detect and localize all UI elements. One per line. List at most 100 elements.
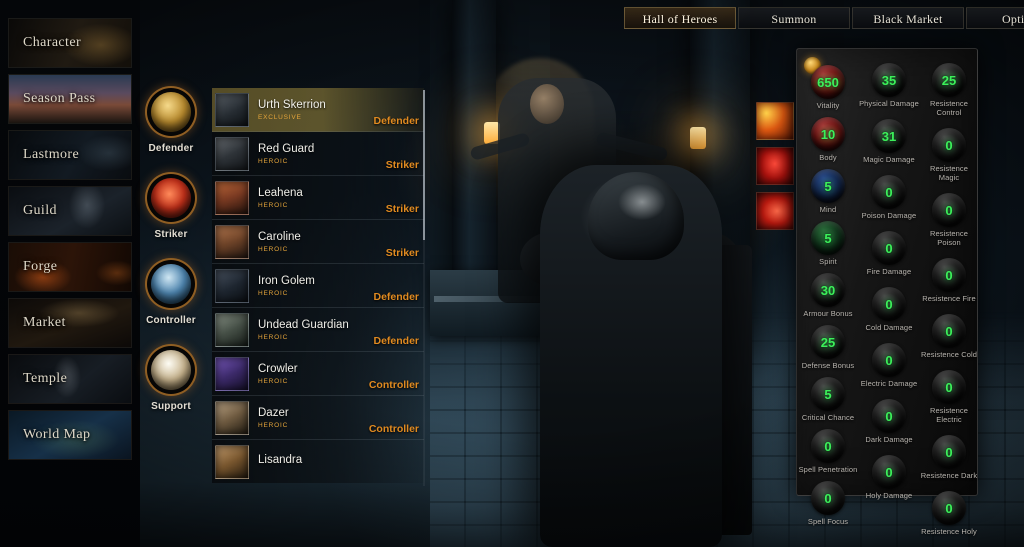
class-filter-label: Striker — [154, 229, 188, 240]
class-filter-striker[interactable]: Striker — [145, 172, 197, 240]
sidebar-item-label: Guild — [23, 203, 57, 218]
stat-orb[interactable]: 0 — [932, 128, 966, 162]
stat-orb[interactable]: 650 — [811, 65, 845, 99]
scrollbar-thumb[interactable] — [423, 90, 425, 240]
stat-spell-focus: 0 Spell Focus — [798, 481, 858, 526]
stat-label: Spell Focus — [807, 517, 849, 526]
game-window: Hall of HeroesSummonBlack MarketOptions … — [0, 0, 1024, 547]
hero-list-item[interactable]: Undead Guardian Heroic Defender — [212, 308, 424, 352]
stat-label: Defense Bonus — [801, 361, 855, 370]
sidebar-item-temple[interactable]: Temple — [8, 354, 132, 404]
hero-class-label: Defender — [373, 115, 419, 127]
red-demon-icon[interactable] — [756, 147, 794, 185]
stat-label: Electric Damage — [860, 379, 918, 388]
stat-orb[interactable]: 5 — [811, 169, 845, 203]
stat-orb[interactable]: 0 — [932, 370, 966, 404]
stat-orb[interactable]: 31 — [872, 119, 906, 153]
stat-vitality: 650 Vitality — [798, 65, 858, 110]
hero-class-label: Striker — [385, 203, 419, 215]
nav-tab-black-market[interactable]: Black Market — [852, 7, 964, 29]
stat-label: Resistence Cold — [920, 350, 978, 359]
sidebar-item-season-pass[interactable]: Season Pass — [8, 74, 132, 124]
hero-list-item[interactable]: Red Guard Heroic Striker — [212, 132, 424, 176]
stat-orb[interactable]: 0 — [811, 481, 845, 515]
stat-label: Body — [819, 153, 837, 162]
hero-list-item[interactable]: Caroline Heroic Striker — [212, 220, 424, 264]
stat-dark-damage: 0 Dark Damage — [859, 399, 919, 444]
fire-weapon-icon[interactable] — [756, 102, 794, 140]
hero-class-label: Defender — [373, 291, 419, 303]
sidebar-item-world-map[interactable]: World Map — [8, 410, 132, 460]
stat-orb[interactable]: 10 — [811, 117, 845, 151]
sidebar-item-forge[interactable]: Forge — [8, 242, 132, 292]
hero-list-item[interactable]: Lisandra — [212, 440, 424, 483]
class-orb-core — [151, 178, 191, 218]
stat-orb[interactable]: 0 — [932, 435, 966, 469]
hero-class-label: Controller — [368, 379, 419, 391]
class-filter-defender[interactable]: Defender — [145, 86, 197, 154]
sidebar-item-character[interactable]: Character — [8, 18, 132, 68]
character-stats-panel: 650 Vitality 10 Body 5 Mind 5 Spirit 30 Armour Bo… — [796, 48, 979, 536]
stat-orb[interactable]: 0 — [932, 314, 966, 348]
hero-meta: Lisandra — [258, 454, 424, 469]
stat-orb[interactable]: 5 — [811, 221, 845, 255]
hero-roster-list[interactable]: Urth Skerrion Exclusive Defender Red Guard H… — [212, 88, 424, 483]
class-orb-icon — [145, 86, 197, 138]
class-orb-core — [151, 264, 191, 304]
hero-name: Caroline — [258, 230, 301, 243]
hero-name: Red Guard — [258, 142, 315, 155]
stat-orb[interactable]: 0 — [932, 258, 966, 292]
stat-orb[interactable]: 25 — [811, 325, 845, 359]
hero-portrait — [215, 180, 249, 215]
stat-label: Resistence Fire — [922, 294, 976, 303]
stat-orb[interactable]: 0 — [872, 175, 906, 209]
stat-armour-bonus: 30 Armour Bonus — [798, 273, 858, 318]
hero-list-item[interactable]: Urth Skerrion Exclusive Defender — [212, 88, 424, 132]
stat-magic-damage: 31 Magic Damage — [859, 119, 919, 164]
stat-orb[interactable]: 25 — [932, 63, 966, 97]
stat-orb[interactable]: 0 — [811, 429, 845, 463]
blood-swirl-icon[interactable] — [756, 192, 794, 230]
hero-class-label: Defender — [373, 335, 419, 347]
hero-list-scrollbar[interactable] — [423, 90, 425, 486]
sidebar-item-lastmore[interactable]: Lastmore — [8, 130, 132, 180]
nav-tab-options[interactable]: Options — [966, 7, 1024, 29]
stat-orb[interactable]: 0 — [872, 343, 906, 377]
stat-label: Dark Damage — [865, 435, 913, 444]
ability-icon-column — [756, 102, 796, 237]
class-filter-label: Defender — [148, 143, 194, 154]
nav-tab-hall-of-heroes[interactable]: Hall of Heroes — [624, 7, 736, 29]
lantern-icon — [690, 127, 706, 149]
hero-class-label: Controller — [368, 423, 419, 435]
stat-orb[interactable]: 0 — [872, 455, 906, 489]
class-filter-label: Support — [151, 401, 191, 412]
stat-orb[interactable]: 0 — [932, 193, 966, 227]
stat-spirit: 5 Spirit — [798, 221, 858, 266]
sidebar-item-market[interactable]: Market — [8, 298, 132, 348]
stat-orb[interactable]: 0 — [872, 287, 906, 321]
class-filter-support[interactable]: Support — [145, 344, 197, 412]
stat-holy-damage: 0 Holy Damage — [859, 455, 919, 500]
sidebar-item-label: Season Pass — [23, 91, 96, 106]
stat-resistence-magic: 0 Resistence Magic — [919, 128, 979, 182]
stat-orb[interactable]: 0 — [932, 491, 966, 525]
top-navigation-bar: Hall of HeroesSummonBlack MarketOptions — [624, 7, 1024, 29]
stat-label: Vitality — [816, 101, 840, 110]
hero-list-item[interactable]: Leahena Heroic Striker — [212, 176, 424, 220]
stat-orb[interactable]: 0 — [872, 399, 906, 433]
stat-label: Holy Damage — [865, 491, 913, 500]
sidebar-item-guild[interactable]: Guild — [8, 186, 132, 236]
class-filter-controller[interactable]: Controller — [145, 258, 197, 326]
stat-orb[interactable]: 35 — [872, 63, 906, 97]
stat-orb[interactable]: 0 — [872, 231, 906, 265]
hero-list-item[interactable]: Iron Golem Heroic Defender — [212, 264, 424, 308]
stat-label: Resistence Poison — [929, 229, 969, 247]
stat-orb[interactable]: 30 — [811, 273, 845, 307]
stat-orb[interactable]: 5 — [811, 377, 845, 411]
stat-resistence-control: 25 Resistence Control — [919, 63, 979, 117]
stat-defense-bonus: 25 Defense Bonus — [798, 325, 858, 370]
hero-list-item[interactable]: Dazer Heroic Controller — [212, 396, 424, 440]
nav-tab-summon[interactable]: Summon — [738, 7, 850, 29]
hero-list-item[interactable]: Crowler Heroic Controller — [212, 352, 424, 396]
stat-resistence-cold: 0 Resistence Cold — [919, 314, 979, 359]
